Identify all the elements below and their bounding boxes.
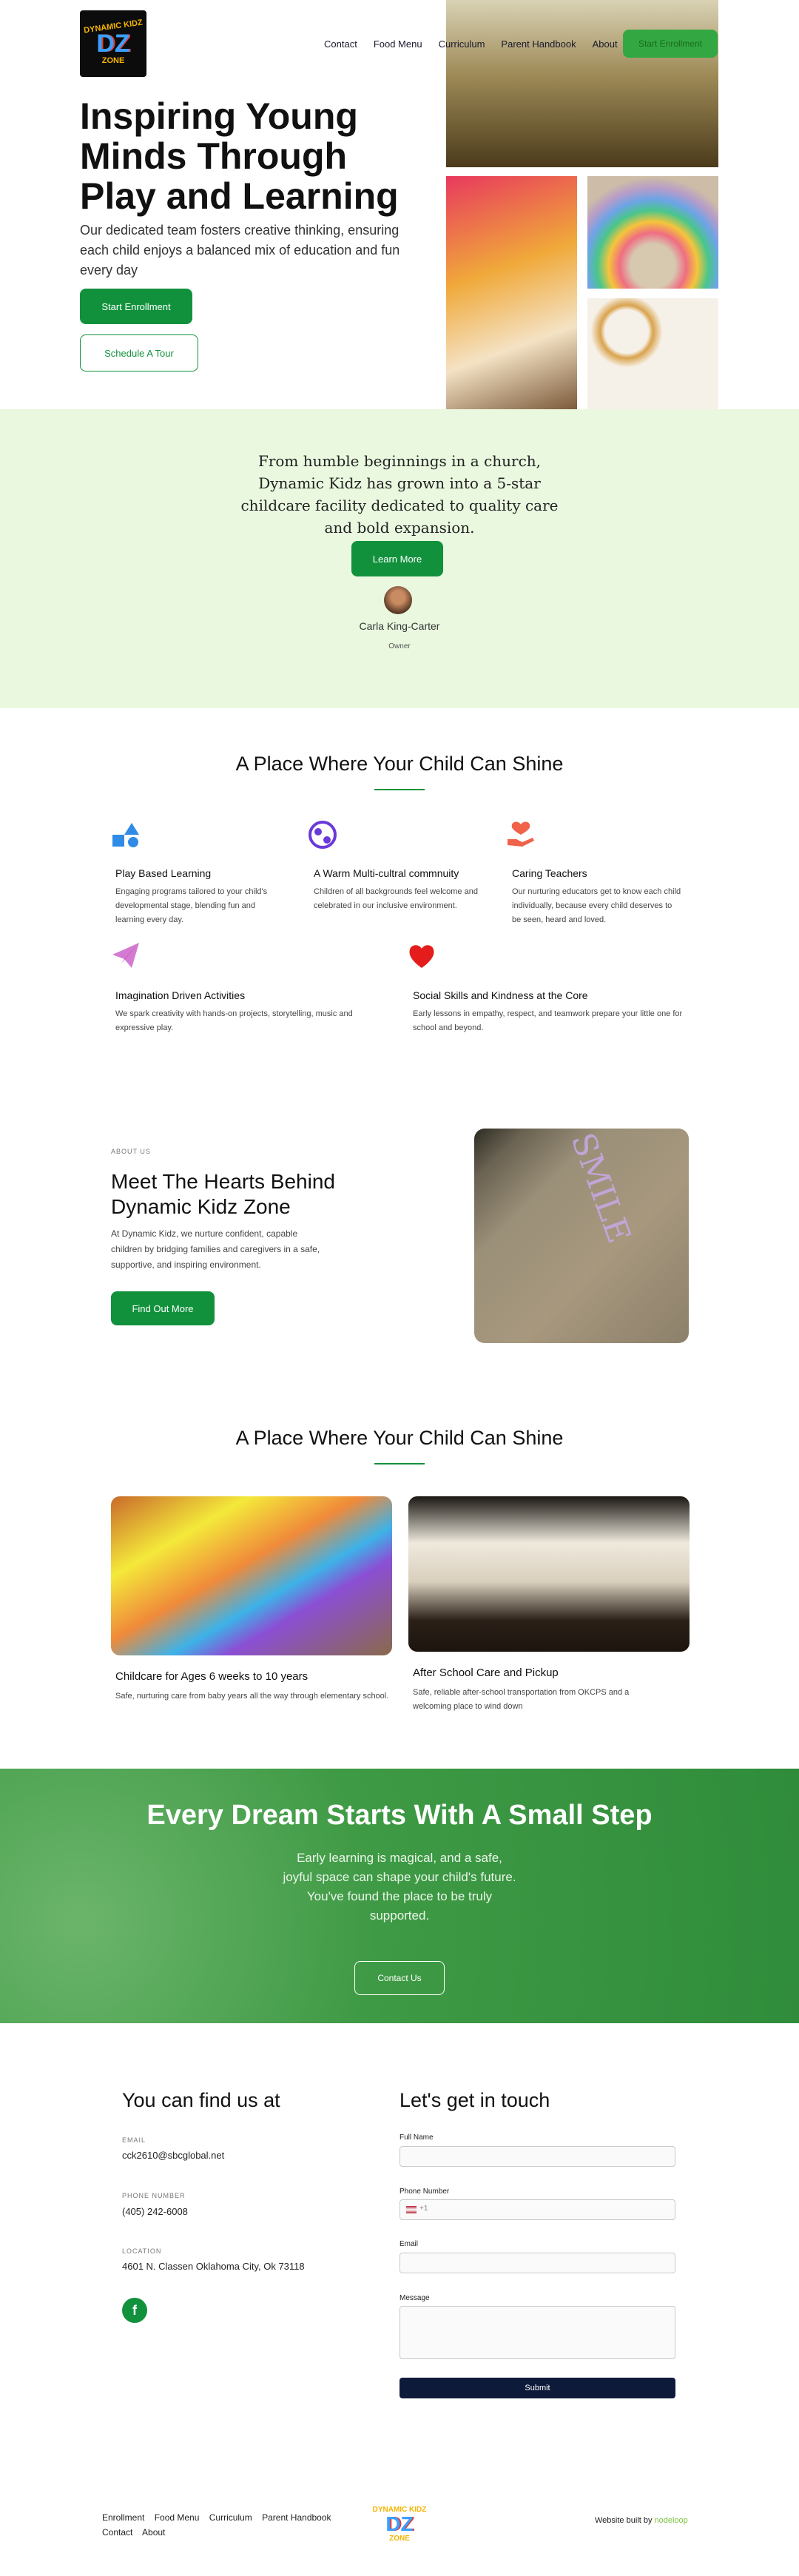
site-logo[interactable]: DYNAMIC KIDZ DZ ZONE xyxy=(80,10,146,77)
full-name-input[interactable] xyxy=(400,2146,675,2167)
contact-heading: You can find us at xyxy=(122,2089,280,2111)
schedule-tour-button[interactable]: Schedule A Tour xyxy=(80,334,198,371)
hero-title: Inspiring Young Minds Through Play and L… xyxy=(80,95,399,217)
features-rule xyxy=(374,789,425,790)
caring-hand-icon xyxy=(506,820,536,850)
classroom-photo xyxy=(446,0,718,167)
program-title: Childcare for Ages 6 weeks to 10 years xyxy=(115,1670,309,1683)
email-label: EMAIL xyxy=(122,2136,146,2144)
paper-plane-icon xyxy=(111,941,141,971)
footer-logo[interactable]: DYNAMIC KIDZ DZ ZONE xyxy=(370,2506,429,2552)
submit-button[interactable]: Submit xyxy=(400,2378,675,2398)
globe-icon xyxy=(308,820,337,850)
feature-title: Social Skills and Kindness at the Core xyxy=(413,989,588,1001)
footer-credit: Website built by nodeloop xyxy=(595,2516,688,2525)
cta-title: Every Dream Starts With A Small Step xyxy=(146,1800,653,1831)
credit-link[interactable]: nodeloop xyxy=(655,2516,688,2525)
footer-links: Enrollment Food Menu Curriculum Parent H… xyxy=(102,2510,346,2540)
message-label: Message xyxy=(400,2294,430,2302)
location-value: 4601 N. Classen Oklahoma City, Ok 73118 xyxy=(122,2261,305,2272)
feature-desc: Early lessons in empathy, respect, and t… xyxy=(413,1009,683,1032)
start-enrollment-button[interactable]: Start Enrollment xyxy=(80,289,192,324)
footer-link-about[interactable]: About xyxy=(142,2527,165,2538)
hero-subtitle: Our dedicated team fosters creative thin… xyxy=(80,223,400,278)
childcare-photo xyxy=(111,1496,392,1655)
nav-about[interactable]: About xyxy=(593,38,618,50)
phone-value[interactable]: (405) 242-6008 xyxy=(122,2206,188,2217)
contact-us-button[interactable]: Contact Us xyxy=(354,1961,445,1995)
nav-food-menu[interactable]: Food Menu xyxy=(374,38,422,50)
nav-enrollment-button[interactable]: Start Enrollment xyxy=(623,30,718,58)
phone-number-input[interactable]: +1 xyxy=(400,2199,675,2220)
footer-link-enrollment[interactable]: Enrollment xyxy=(102,2512,144,2523)
about-desc: At Dynamic Kidz, we nurture confident, c… xyxy=(111,1228,320,1270)
footer-link-parent-handbook[interactable]: Parent Handbook xyxy=(262,2512,331,2523)
form-heading: Let's get in touch xyxy=(400,2089,550,2111)
features-title: A Place Where Your Child Can Shine xyxy=(235,753,564,775)
program-title: After School Care and Pickup xyxy=(413,1667,559,1679)
footer-link-food-menu[interactable]: Food Menu xyxy=(155,2512,200,2523)
phone-label: PHONE NUMBER xyxy=(122,2192,186,2199)
nav-contact[interactable]: Contact xyxy=(324,38,357,50)
rainbow-art-photo xyxy=(587,176,718,289)
feature-desc: We spark creativity with hands-on projec… xyxy=(115,1009,353,1032)
footer-link-contact[interactable]: Contact xyxy=(102,2527,132,2538)
main-nav: Contact Food Menu Curriculum Parent Hand… xyxy=(324,38,618,50)
shapes-icon xyxy=(111,820,141,850)
feature-title: A Warm Multi-cultral commnuity xyxy=(314,867,459,879)
programs-title: A Place Where Your Child Can Shine xyxy=(235,1427,564,1449)
email-input[interactable] xyxy=(400,2253,675,2273)
about-kicker: ABOUT US xyxy=(111,1148,151,1155)
intro-text: From humble beginnings in a church, Dyna… xyxy=(240,452,559,537)
us-flag-icon xyxy=(406,2206,417,2213)
facebook-icon[interactable]: f xyxy=(122,2298,147,2323)
footer-logo-mark: DZ xyxy=(385,2512,414,2535)
program-desc: Safe, reliable after-school transportati… xyxy=(413,1688,630,1711)
phone-number-label: Phone Number xyxy=(400,2187,450,2196)
feature-desc: Engaging programs tailored to your child… xyxy=(115,887,268,924)
owner-name: Carla King-Carter xyxy=(359,620,440,632)
footer-logo-text-bottom: ZONE xyxy=(389,2535,410,2543)
owner-role: Owner xyxy=(388,642,411,650)
nav-curriculum[interactable]: Curriculum xyxy=(439,38,485,50)
learn-more-button[interactable]: Learn More xyxy=(351,541,443,576)
email-value[interactable]: cck2610@sbcglobal.net xyxy=(122,2150,224,2161)
after-school-photo xyxy=(408,1496,690,1652)
find-out-more-button[interactable]: Find Out More xyxy=(111,1291,215,1325)
about-title: Meet The Hearts Behind Dynamic Kidz Zone xyxy=(111,1170,335,1218)
email-form-label: Email xyxy=(400,2240,419,2248)
credit-prefix: Website built by xyxy=(595,2516,653,2525)
nav-parent-handbook[interactable]: Parent Handbook xyxy=(501,38,576,50)
girl-playing-photo xyxy=(446,176,577,409)
logo-text-bottom: ZONE xyxy=(101,56,125,65)
program-desc: Safe, nurturing care from baby years all… xyxy=(115,1692,389,1701)
logo-mark: DZ xyxy=(96,30,130,58)
message-textarea[interactable] xyxy=(400,2306,675,2359)
feature-desc: Children of all backgrounds feel welcome… xyxy=(314,887,478,910)
food-plates-photo xyxy=(587,298,718,409)
feature-title: Caring Teachers xyxy=(512,867,587,879)
feature-desc: Our nurturing educators get to know each… xyxy=(512,887,681,924)
footer-link-curriculum[interactable]: Curriculum xyxy=(209,2512,252,2523)
feature-title: Play Based Learning xyxy=(115,867,212,879)
location-label: LOCATION xyxy=(122,2247,162,2255)
feature-title: Imagination Driven Activities xyxy=(115,989,246,1001)
cta-desc: Early learning is magical, and a safe, j… xyxy=(283,1851,516,1923)
full-name-label: Full Name xyxy=(400,2133,434,2142)
phone-prefix: +1 xyxy=(419,2205,428,2213)
heart-icon xyxy=(407,941,436,971)
owner-avatar xyxy=(384,586,412,614)
programs-rule xyxy=(374,1463,425,1464)
